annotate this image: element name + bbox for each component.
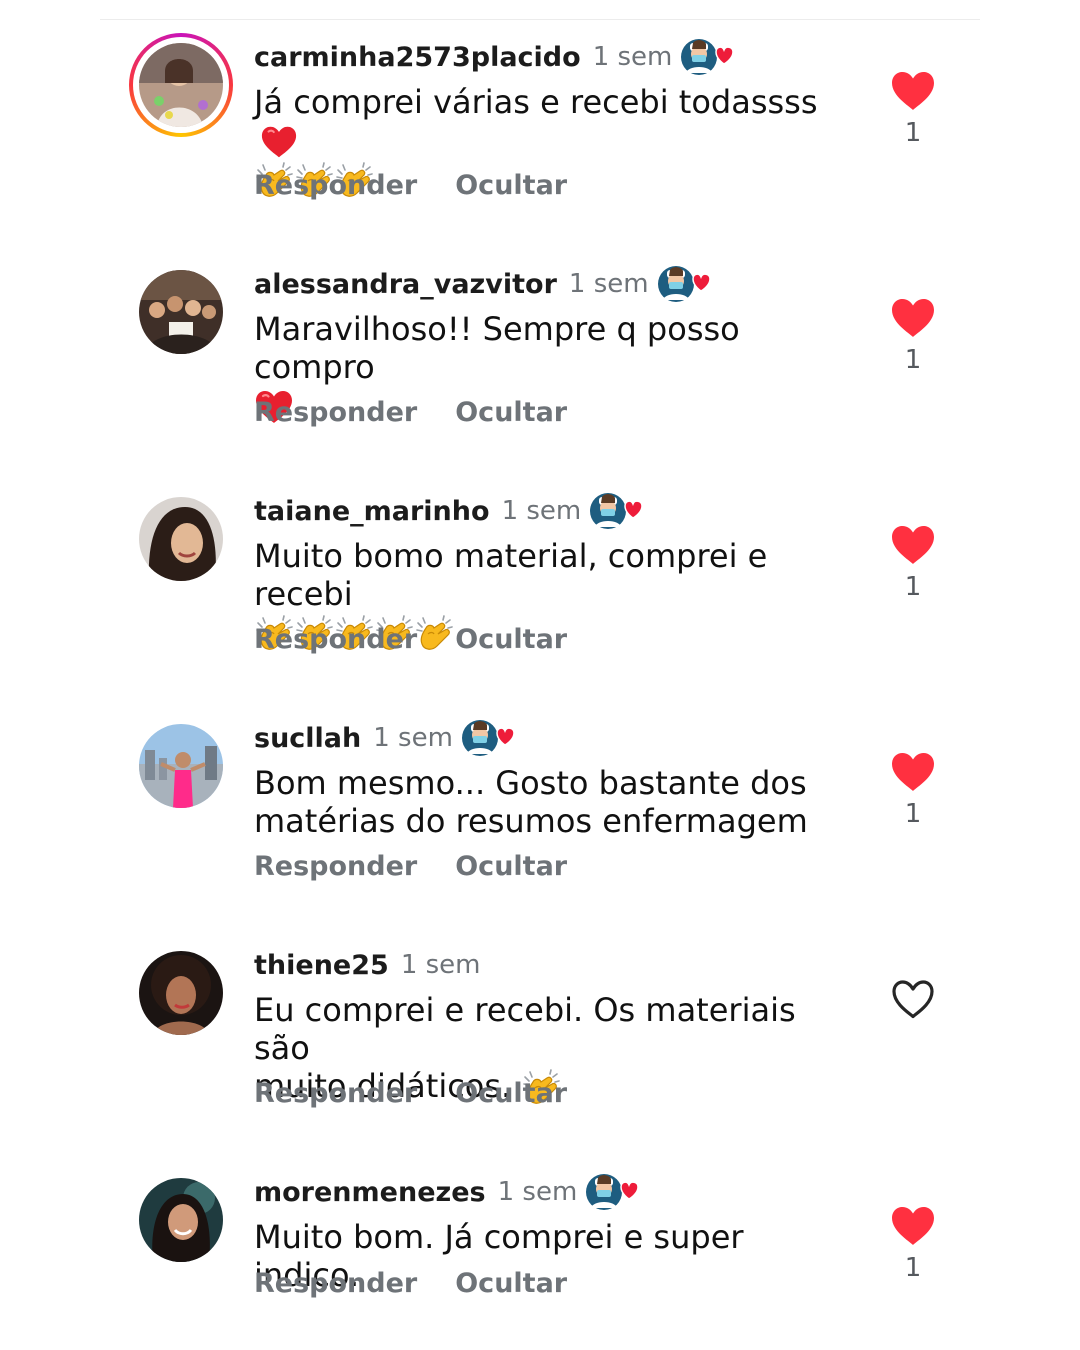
comment-text-line: matérias do resumos enfermagem (254, 802, 808, 840)
like-count: 1 (904, 1253, 922, 1283)
timestamp: 1 sem (568, 269, 649, 299)
comment-text: Bom mesmo... Gosto bastante dos matérias… (254, 764, 854, 840)
timestamp: 1 sem (373, 723, 453, 753)
comment-text-line: Bom mesmo... Gosto bastante dos (254, 764, 807, 802)
comment-text-line: Muito bomo material, comprei e recebi (254, 537, 768, 613)
reply-button[interactable]: Responder (254, 170, 417, 201)
avatar[interactable] (139, 43, 223, 127)
avatar[interactable] (139, 1178, 223, 1262)
username[interactable]: morenmenezes (254, 1177, 486, 1208)
hide-button[interactable]: Ocultar (455, 1078, 567, 1109)
heart-filled-icon[interactable] (890, 1205, 936, 1247)
nurse-badge-icon (461, 718, 517, 758)
nurse-badge-icon (657, 264, 713, 304)
like-count: 1 (904, 345, 922, 375)
hide-button[interactable]: Ocultar (455, 1268, 567, 1299)
like-count: 1 (904, 799, 922, 829)
reply-button[interactable]: Responder (254, 1078, 417, 1109)
heart-filled-icon[interactable] (890, 70, 936, 112)
heart-filled-icon[interactable] (890, 751, 936, 793)
hide-button[interactable]: Ocultar (455, 851, 567, 882)
avatar[interactable] (139, 724, 223, 808)
username[interactable]: sucllah (254, 723, 361, 754)
heart-outline-icon[interactable] (890, 978, 936, 1020)
comment-text-line: Já comprei várias e recebi todassss (254, 83, 818, 121)
username[interactable]: thiene25 (254, 950, 389, 981)
reply-button[interactable]: Responder (254, 1268, 417, 1299)
nurse-badge-icon (585, 1172, 641, 1212)
red-heart-emoji (260, 124, 298, 160)
timestamp: 1 sem (497, 1177, 578, 1207)
top-divider (100, 19, 980, 20)
like-count: 1 (904, 118, 922, 148)
timestamp: 1 sem (592, 42, 673, 72)
nurse-badge-icon (589, 491, 645, 531)
avatar[interactable] (139, 497, 223, 581)
username[interactable]: alessandra_vazvitor (254, 269, 557, 300)
nurse-badge-icon (680, 37, 736, 77)
username[interactable]: carminha2573placido (254, 42, 581, 73)
avatar[interactable] (139, 270, 223, 354)
heart-filled-icon[interactable] (890, 524, 936, 566)
hide-button[interactable]: Ocultar (455, 397, 567, 428)
reply-button[interactable]: Responder (254, 851, 417, 882)
timestamp: 1 sem (501, 496, 582, 526)
comment-text-line: Eu comprei e recebi. Os materiais são (254, 991, 796, 1067)
comment-text-line: Maravilhoso!! Sempre q posso compro (254, 310, 740, 386)
username[interactable]: taiane_marinho (254, 496, 490, 527)
reply-button[interactable]: Responder (254, 397, 417, 428)
hide-button[interactable]: Ocultar (455, 170, 567, 201)
like-count: 1 (904, 572, 922, 602)
heart-filled-icon[interactable] (890, 297, 936, 339)
avatar[interactable] (139, 951, 223, 1035)
timestamp: 1 sem (400, 950, 481, 980)
hide-button[interactable]: Ocultar (455, 624, 567, 655)
reply-button[interactable]: Responder (254, 624, 417, 655)
